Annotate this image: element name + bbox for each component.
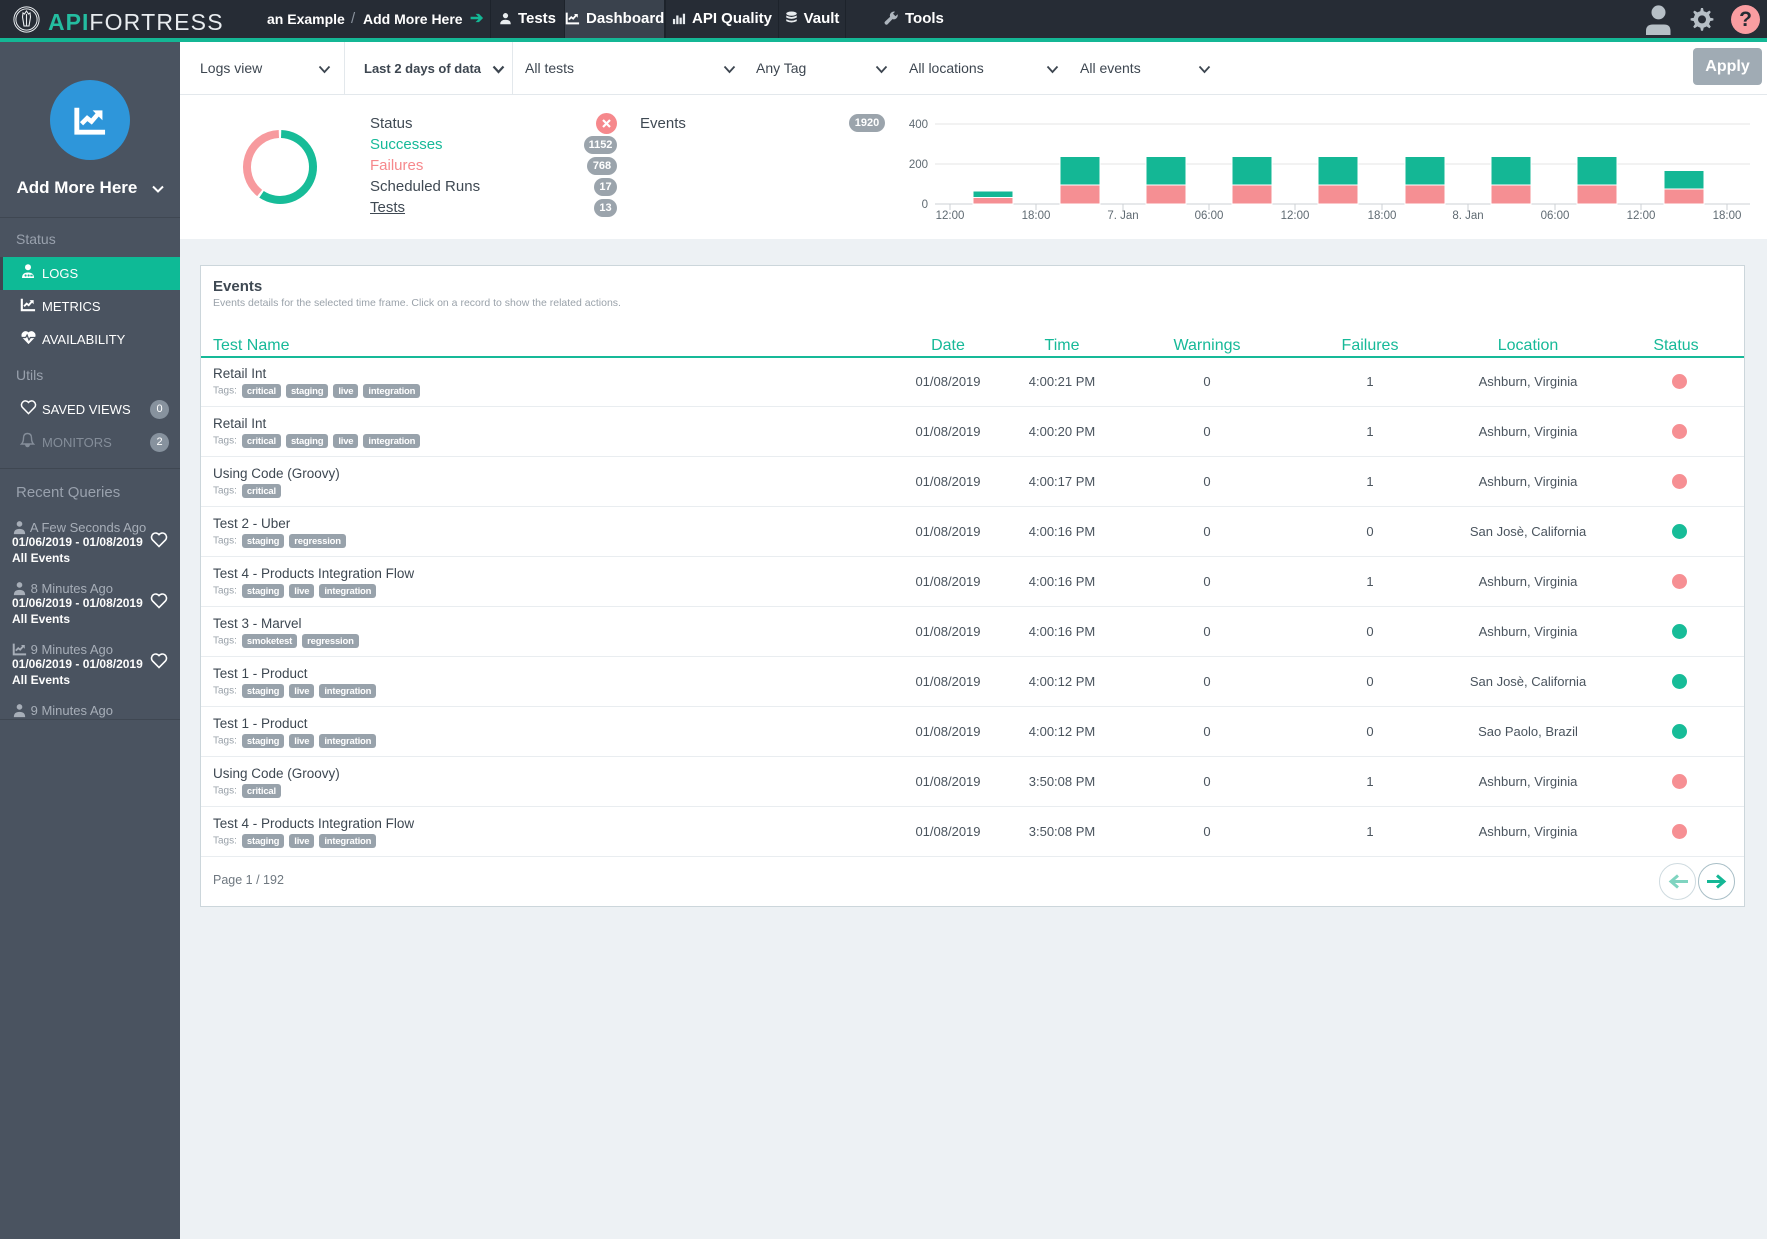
svg-text:18:00: 18:00: [1022, 210, 1051, 222]
svg-text:12:00: 12:00: [936, 210, 965, 222]
svg-text:7. Jan: 7. Jan: [1107, 210, 1138, 222]
svg-text:18:00: 18:00: [1713, 210, 1742, 222]
svg-text:12:00: 12:00: [1627, 210, 1656, 222]
svg-text:06:00: 06:00: [1195, 210, 1224, 222]
svg-text:12:00: 12:00: [1281, 210, 1310, 222]
svg-text:18:00: 18:00: [1368, 210, 1397, 222]
svg-text:400: 400: [909, 119, 928, 131]
svg-text:200: 200: [909, 159, 928, 171]
svg-text:06:00: 06:00: [1541, 210, 1570, 222]
svg-text:8. Jan: 8. Jan: [1452, 210, 1483, 222]
svg-text:0: 0: [922, 199, 928, 211]
